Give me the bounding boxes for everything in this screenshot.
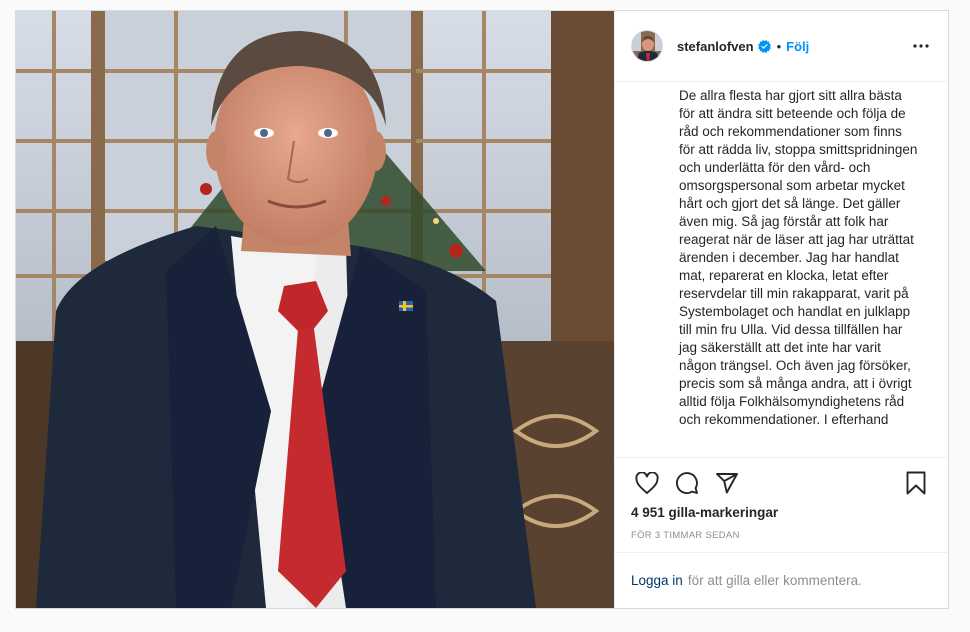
post-timestamp[interactable]: FÖR 3 TIMMAR SEDAN [631,530,740,541]
comment-icon[interactable] [667,463,707,503]
heart-icon[interactable] [627,463,667,503]
post-photo[interactable] [16,11,614,608]
post-side-panel: stefanlofven • Följ De allra flesta har … [614,11,948,608]
caption-scroll-area[interactable]: De allra flesta har gjort sitt allra bäs… [631,83,932,458]
instagram-post: stefanlofven • Följ De allra flesta har … [15,10,949,609]
post-header: stefanlofven • Följ [615,11,948,82]
follow-button[interactable]: Följ [786,39,809,54]
action-bar [615,457,948,507]
avatar[interactable] [631,30,663,62]
login-prompt-text: för att gilla eller kommentera. [687,573,862,588]
likes-count[interactable]: 4 951 gilla-markeringar [631,505,778,520]
post-caption: De allra flesta har gjort sitt allra bäs… [679,88,918,427]
portrait-image [16,11,614,608]
username[interactable]: stefanlofven [677,39,754,54]
login-link[interactable]: Logga in [631,573,683,588]
separator-dot: • [776,38,782,54]
send-icon[interactable] [707,463,747,503]
verified-badge-icon [757,39,771,53]
login-bar: Logga in för att gilla eller kommentera. [615,552,948,608]
more-options-icon[interactable] [910,35,932,57]
bookmark-icon[interactable] [896,463,936,503]
